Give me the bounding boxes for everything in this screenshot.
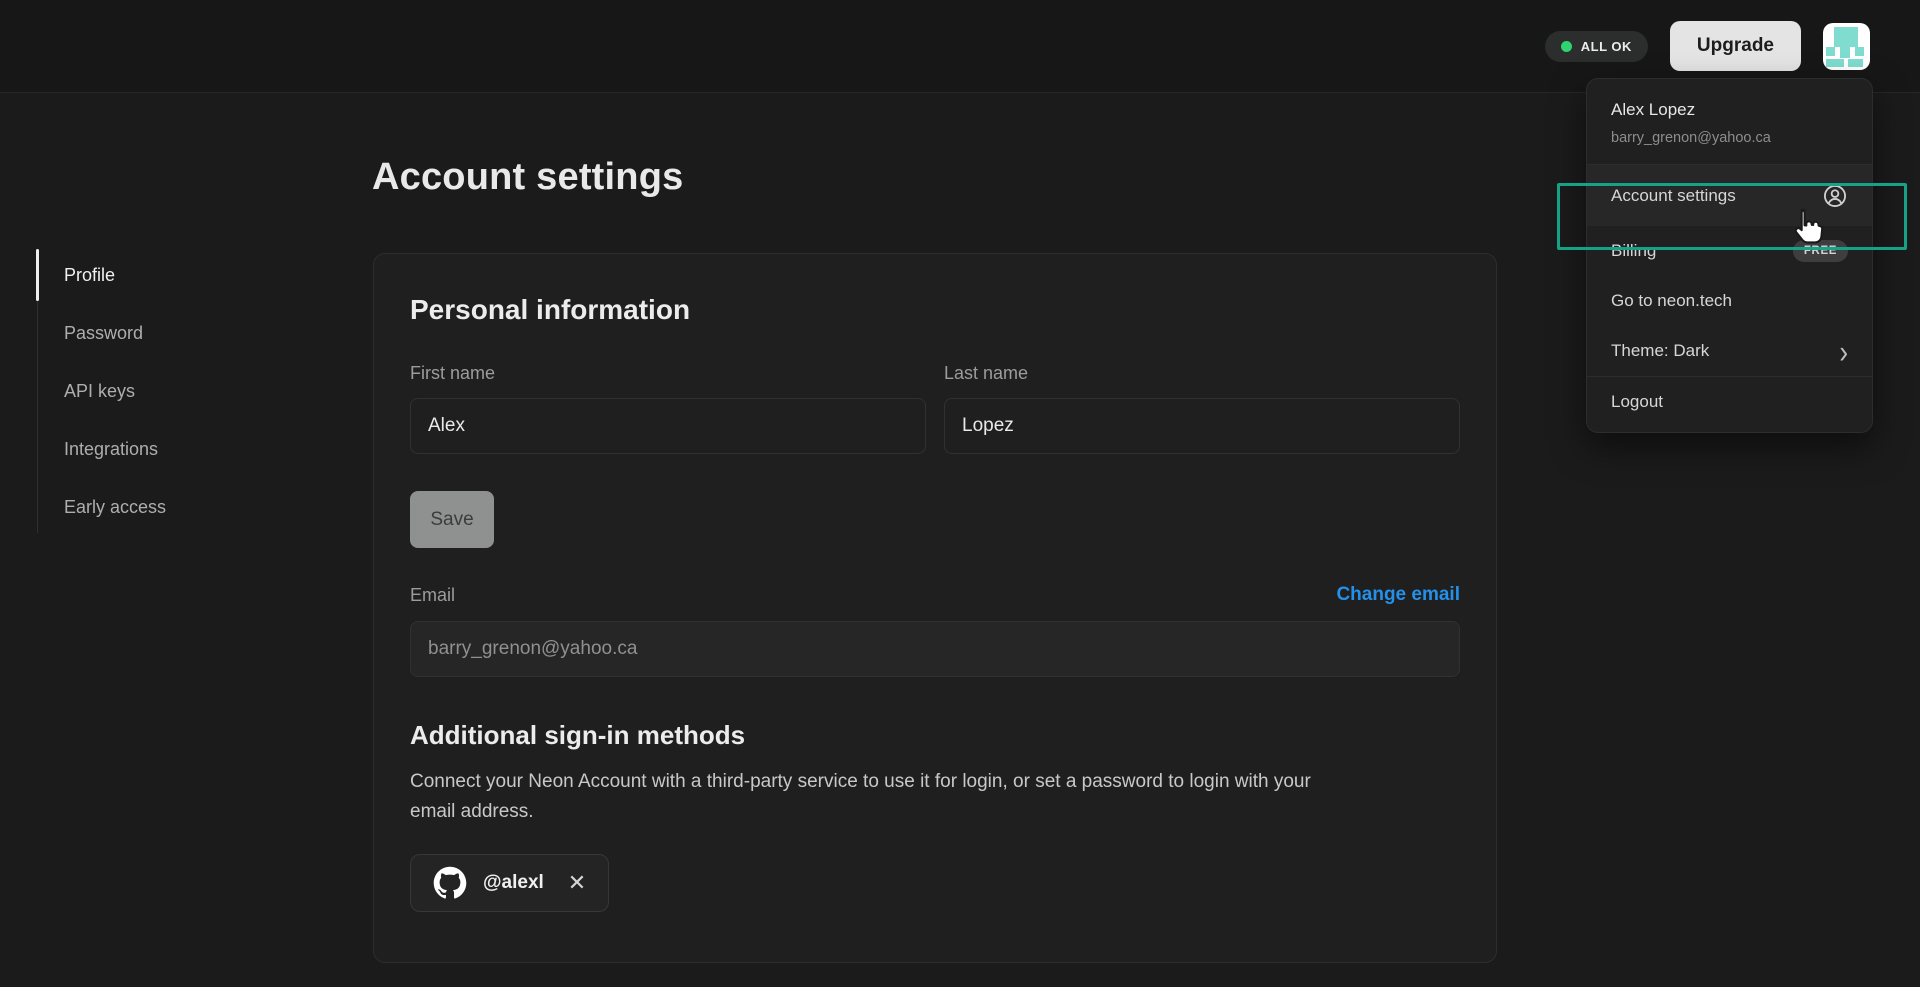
menu-item-label: Logout [1611,392,1663,412]
github-username: @alexl [483,872,544,894]
first-name-input[interactable] [410,398,926,454]
settings-sidebar: Profile Password API keys Integrations E… [64,260,294,550]
sidebar-item-password[interactable]: Password [64,318,294,348]
sidebar-item-api-keys[interactable]: API keys [64,376,294,406]
email-input[interactable] [410,621,1460,677]
menu-item-account-settings[interactable]: Account settings [1587,165,1872,226]
menu-item-logout[interactable]: Logout [1587,377,1872,427]
remove-github-icon[interactable]: ✕ [568,872,586,894]
save-button[interactable]: Save [410,491,494,548]
user-email: barry_grenon@yahoo.ca [1611,130,1848,146]
profile-card: Personal information First name Last nam… [373,253,1497,963]
github-icon [433,866,467,900]
sidebar-item-integrations[interactable]: Integrations [64,434,294,464]
avatar-identicon-block [1840,47,1849,57]
menu-item-label: Billing [1611,241,1656,261]
last-name-label: Last name [944,363,1460,384]
menu-item-go-to-neon[interactable]: Go to neon.tech [1587,276,1872,326]
signin-methods-description: Connect your Neon Account with a third-p… [410,767,1322,826]
user-avatar[interactable] [1823,23,1870,70]
sidebar-item-profile[interactable]: Profile [64,260,294,290]
change-email-link[interactable]: Change email [1336,584,1460,606]
avatar-identicon-block [1855,47,1864,55]
chevron-right-icon: › [1839,335,1848,368]
menu-item-label: Go to neon.tech [1611,291,1732,311]
page-title: Account settings [372,156,683,199]
menu-item-theme[interactable]: Theme: Dark › [1587,326,1872,376]
personal-information-title: Personal information [410,294,1460,326]
menu-item-label: Account settings [1611,186,1736,206]
sidebar-active-indicator [36,249,39,301]
menu-item-label: Theme: Dark [1611,341,1709,361]
last-name-input[interactable] [944,398,1460,454]
user-name: Alex Lopez [1611,100,1848,120]
email-label: Email [410,585,455,606]
status-badge[interactable]: ALL OK [1545,31,1648,62]
avatar-identicon-block [1826,59,1844,67]
github-connection-chip: @alexl ✕ [410,854,609,912]
avatar-identicon-block [1826,47,1835,55]
signin-methods-title: Additional sign-in methods [410,720,1460,751]
avatar-identicon-block [1834,27,1858,48]
user-dropdown-menu: Alex Lopez barry_grenon@yahoo.ca Account… [1586,78,1873,433]
first-name-label: First name [410,363,926,384]
status-badge-label: ALL OK [1581,39,1632,54]
user-circle-icon [1822,183,1848,209]
plan-badge: FREE [1793,240,1848,262]
sidebar-item-early-access[interactable]: Early access [64,492,294,522]
user-menu-header: Alex Lopez barry_grenon@yahoo.ca [1587,79,1872,164]
upgrade-button[interactable]: Upgrade [1670,21,1801,71]
avatar-identicon-block [1848,59,1864,67]
menu-item-billing[interactable]: Billing FREE [1587,226,1872,276]
status-ok-dot-icon [1561,41,1572,52]
